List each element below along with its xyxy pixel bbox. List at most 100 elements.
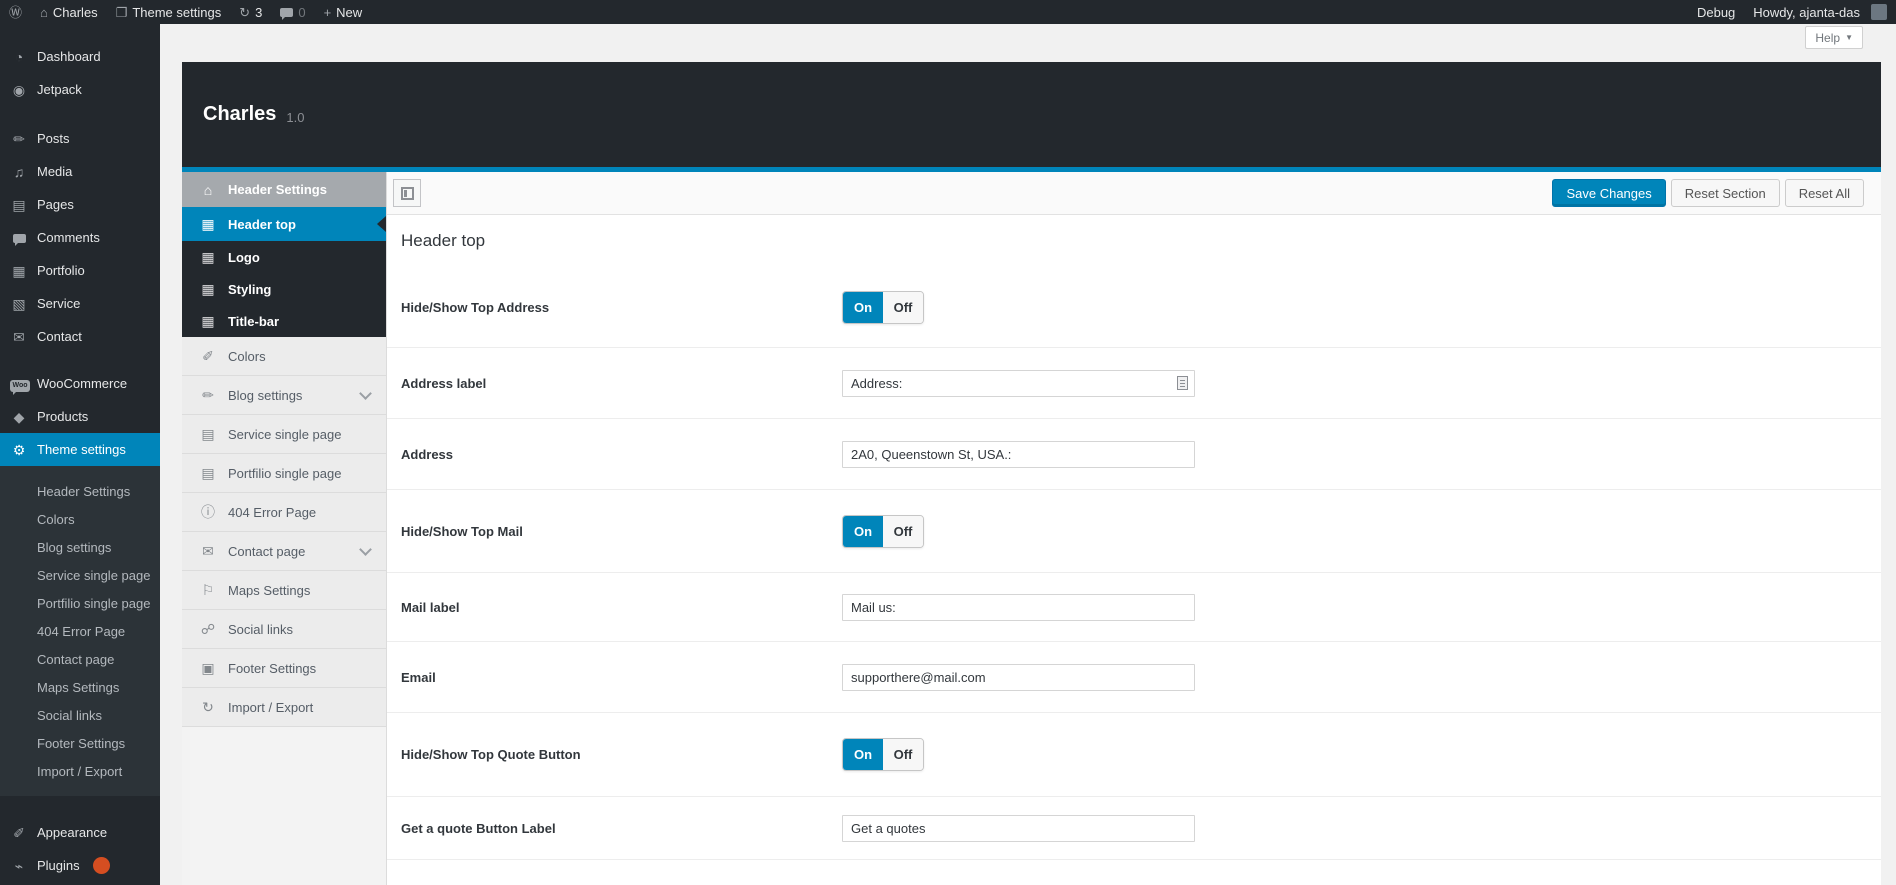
address-label-input[interactable] <box>842 370 1195 397</box>
menu-item-header-settings[interactable]: ⌂ Header Settings <box>182 172 386 207</box>
toggle-on-button[interactable]: On <box>843 292 883 323</box>
top-address-toggle[interactable]: On Off <box>842 291 924 324</box>
submenu-item-import-export[interactable]: Import / Export <box>0 758 160 786</box>
email-input[interactable] <box>842 664 1195 691</box>
menu-item-portfilio-single-page[interactable]: ▤ Portfilio single page <box>182 454 386 493</box>
sidebar-item-label: WooCommerce <box>37 376 127 391</box>
top-quote-toggle[interactable]: On Off <box>842 738 924 771</box>
layout-grid-icon: ▦ <box>200 250 216 264</box>
address-input[interactable] <box>842 441 1195 468</box>
envelope-icon: ✉ <box>200 544 216 558</box>
sidebar-item-plugins[interactable]: ⌁ Plugins <box>0 849 160 882</box>
sidebar-item-label: Portfolio <box>37 263 85 278</box>
sidebar-item-dashboard[interactable]: ◔ Dashboard <box>0 40 160 73</box>
options-content: Save Changes Reset Section Reset All Hea… <box>387 172 1881 885</box>
updates-link[interactable]: ↻ 3 <box>230 0 271 24</box>
sidebar-item-label: Plugins <box>37 858 80 873</box>
sidebar-item-products[interactable]: ◆ Products <box>0 400 160 433</box>
toggle-off-button[interactable]: Off <box>883 739 923 770</box>
submenu-item-portfilio-single-page[interactable]: Portfilio single page <box>0 590 160 618</box>
toggle-on-button[interactable]: On <box>843 516 883 547</box>
panel-version: 1.0 <box>286 105 304 125</box>
sidebar-item-portfolio[interactable]: ▦ Portfolio <box>0 254 160 287</box>
comments-link[interactable]: 0 <box>271 0 314 24</box>
menu-item-blog-settings[interactable]: ✏ Blog settings <box>182 376 386 415</box>
submenu-item-404-error-page[interactable]: 404 Error Page <box>0 618 160 646</box>
toggle-off-button[interactable]: Off <box>883 292 923 323</box>
menu-item-service-single-page[interactable]: ▤ Service single page <box>182 415 386 454</box>
sidebar-item-posts[interactable]: ✏ Posts <box>0 122 160 155</box>
sidebar-item-contact[interactable]: ✉ Contact <box>0 320 160 353</box>
submenu-item-maps-settings[interactable]: Maps Settings <box>0 674 160 702</box>
chevron-down-icon <box>359 387 372 400</box>
menu-item-maps-settings[interactable]: ⚐ Maps Settings <box>182 571 386 610</box>
reset-section-button[interactable]: Reset Section <box>1671 179 1780 207</box>
submenu-item-social-links[interactable]: Social links <box>0 702 160 730</box>
menu-item-import-export[interactable]: ↻ Import / Export <box>182 688 386 727</box>
menu-item-404-error-page[interactable]: ⓘ 404 Error Page <box>182 493 386 532</box>
sidebar-item-media[interactable]: ♫ Media <box>0 155 160 188</box>
wordpress-logo-menu[interactable]: Ⓦ <box>0 0 31 24</box>
menu-item-styling[interactable]: ▦ Styling <box>182 273 386 305</box>
site-name-link[interactable]: ⌂ Charles <box>31 0 107 24</box>
menu-item-title-bar[interactable]: ▦ Title-bar <box>182 305 386 337</box>
submenu-item-contact-page[interactable]: Contact page <box>0 646 160 674</box>
quote-button-label-input[interactable] <box>842 815 1195 842</box>
current-page-link[interactable]: ❐ Theme settings <box>107 0 231 24</box>
woocommerce-icon: Woo <box>10 375 28 392</box>
menu-item-social-links[interactable]: ☍ Social links <box>182 610 386 649</box>
field-row-address-label: Address label <box>387 348 1881 419</box>
update-icon: ↻ <box>239 6 250 19</box>
expand-options-button[interactable] <box>393 179 421 207</box>
sidebar-item-label: Media <box>37 164 72 179</box>
sidebar-item-appearance[interactable]: ✐ Appearance <box>0 816 160 849</box>
toggle-off-button[interactable]: Off <box>883 516 923 547</box>
theme-options-panel: Charles 1.0 ⌂ Header Settings ▦ Header t… <box>182 62 1881 885</box>
sidebar-item-woocommerce[interactable]: Woo WooCommerce <box>0 367 160 400</box>
howdy-account-link[interactable]: Howdy, ajanta-das <box>1744 0 1896 24</box>
help-label: Help <box>1815 31 1840 45</box>
panel-title: Charles <box>203 103 276 126</box>
save-changes-button[interactable]: Save Changes <box>1552 179 1665 207</box>
sidebar-item-comments[interactable]: Comments <box>0 221 160 254</box>
menu-item-label: Social links <box>228 622 293 637</box>
sidebar-item-theme-settings[interactable]: ⚙ Theme settings <box>0 433 160 466</box>
jetpack-icon: ◉ <box>10 83 28 97</box>
submenu-item-colors[interactable]: Colors <box>0 506 160 534</box>
sidebar-item-label: Appearance <box>37 825 107 840</box>
submenu-item-footer-settings[interactable]: Footer Settings <box>0 730 160 758</box>
menu-item-label: Portfilio single page <box>228 466 341 481</box>
top-mail-toggle[interactable]: On Off <box>842 515 924 548</box>
field-label: Email <box>387 670 842 685</box>
sidebar-item-service[interactable]: ▧ Service <box>0 287 160 320</box>
menu-item-header-top[interactable]: ▦ Header top <box>182 207 386 241</box>
menu-item-colors[interactable]: ✐ Colors <box>182 337 386 376</box>
sidebar-item-label: Comments <box>37 230 100 245</box>
help-button[interactable]: Help ▼ <box>1805 26 1863 49</box>
mail-label-input[interactable] <box>842 594 1195 621</box>
menu-item-label: Logo <box>228 250 260 265</box>
menu-item-logo[interactable]: ▦ Logo <box>182 241 386 273</box>
field-label: Mail label <box>387 600 842 615</box>
share-icon: ☍ <box>200 622 216 636</box>
location-icon: ⚐ <box>200 583 216 597</box>
sidebar-item-pages[interactable]: ▤ Pages <box>0 188 160 221</box>
pin-icon: ✏ <box>10 132 28 146</box>
home-icon: ⌂ <box>200 183 216 197</box>
menu-item-footer-settings[interactable]: ▣ Footer Settings <box>182 649 386 688</box>
submenu-item-header-settings[interactable]: Header Settings <box>0 478 160 506</box>
menu-item-contact-page[interactable]: ✉ Contact page <box>182 532 386 571</box>
sidebar-item-label: Dashboard <box>37 49 101 64</box>
reset-all-button[interactable]: Reset All <box>1785 179 1864 207</box>
debug-link[interactable]: Debug <box>1688 0 1744 24</box>
comment-bubble-icon <box>280 8 293 17</box>
menu-item-label: Header Settings <box>228 182 327 197</box>
menu-item-label: Service single page <box>228 427 341 442</box>
submenu-item-service-single-page[interactable]: Service single page <box>0 562 160 590</box>
sidebar-item-jetpack[interactable]: ◉ Jetpack <box>0 73 160 106</box>
field-row-hide-show-top-address: Hide/Show Top Address On Off <box>387 268 1881 348</box>
section-heading: Header top <box>401 231 1881 251</box>
submenu-item-blog-settings[interactable]: Blog settings <box>0 534 160 562</box>
toggle-on-button[interactable]: On <box>843 739 883 770</box>
new-content-link[interactable]: + New <box>315 0 372 24</box>
